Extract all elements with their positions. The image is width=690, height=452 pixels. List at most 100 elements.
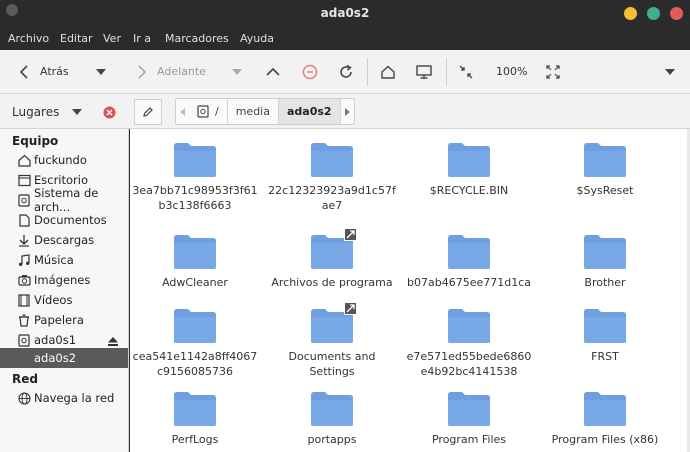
- maximize-button[interactable]: [647, 7, 660, 20]
- menu-editar[interactable]: Editar: [60, 32, 93, 45]
- folder-item[interactable]: Archivos de programa: [267, 228, 397, 290]
- sidebar-item-documentos[interactable]: Documentos: [0, 210, 128, 230]
- download-icon: [17, 233, 31, 247]
- zoom-level: 100%: [496, 65, 528, 78]
- forward-history-dropdown[interactable]: [229, 60, 245, 84]
- breadcrumb: / media ada0s2: [175, 98, 355, 125]
- folder-icon: [583, 391, 627, 427]
- folder-icon: [173, 391, 217, 427]
- back-label[interactable]: Atrás: [40, 65, 69, 78]
- folder-icon: [447, 234, 491, 270]
- sidebar-item-fuckundo[interactable]: fuckundo: [0, 150, 128, 170]
- close-sidebar-button[interactable]: [101, 100, 117, 124]
- breadcrumb-scroll-right[interactable]: [341, 99, 354, 124]
- chevron-down-icon: [72, 109, 82, 115]
- reload-icon: [340, 64, 352, 78]
- folder-name: Archivos de programa: [271, 276, 393, 289]
- home-button[interactable]: [377, 60, 399, 84]
- close-button[interactable]: [670, 7, 683, 20]
- folder-name: Program Files: [431, 433, 507, 446]
- zoom-in-button[interactable]: [542, 60, 564, 84]
- sidebar-item-papelera[interactable]: Papelera: [0, 310, 128, 330]
- sidebar-item-filesystem[interactable]: Sistema de arch...: [0, 186, 128, 214]
- sidebar-section-red: Red: [12, 372, 38, 386]
- stop-icon: [302, 64, 318, 80]
- home-icon: [17, 153, 31, 167]
- folder-item[interactable]: PerfLogs: [130, 391, 260, 447]
- edit-path-button[interactable]: [134, 99, 162, 125]
- folder-item[interactable]: cea541e1142a8ff4067c9156085736: [130, 308, 260, 379]
- folder-item[interactable]: 22c12323923a9d1c57fae7: [267, 142, 397, 213]
- chevron-down-icon: [232, 69, 242, 75]
- symlink-icon: [344, 228, 357, 241]
- places-dropdown[interactable]: [70, 100, 84, 124]
- sidebar-item-videos[interactable]: Vídeos: [0, 290, 128, 310]
- sidebar-item-label: Imágenes: [34, 273, 91, 287]
- sidebar-item-imagenes[interactable]: Imágenes: [0, 270, 128, 290]
- folder-name: b07ab4675ee771d1ca: [407, 276, 531, 289]
- folder-icon: [173, 142, 217, 178]
- eject-icon[interactable]: [108, 335, 118, 349]
- close-icon: [103, 106, 115, 118]
- folder-item[interactable]: portapps: [267, 391, 397, 447]
- arrow-left-icon: [19, 65, 28, 79]
- forward-label[interactable]: Adelante: [157, 65, 206, 78]
- menu-ir-a[interactable]: Ir a: [133, 32, 151, 45]
- arrow-right-icon: [138, 65, 147, 79]
- breadcrumb-root[interactable]: /: [189, 99, 228, 124]
- sidebar-item-ada0s2[interactable]: ada0s2: [0, 348, 128, 368]
- breadcrumb-current[interactable]: ada0s2: [278, 99, 341, 124]
- folder-icon: [310, 391, 354, 427]
- chevron-down-icon: [665, 69, 675, 75]
- folder-icon: [310, 228, 357, 270]
- sidebar-item-label: Vídeos: [34, 293, 73, 307]
- forward-button[interactable]: [132, 60, 152, 84]
- filesystem-icon: [17, 193, 31, 207]
- menu-archivo[interactable]: Archivo: [8, 32, 49, 45]
- sidebar-item-network[interactable]: Navega la red: [0, 388, 128, 408]
- stop-button[interactable]: [299, 60, 321, 84]
- sidebar-item-descargas[interactable]: Descargas: [0, 230, 128, 250]
- computer-button[interactable]: [413, 60, 435, 84]
- folder-item[interactable]: FRST: [540, 308, 670, 364]
- folder-name: FRST: [591, 350, 619, 363]
- folder-icon: [447, 308, 491, 344]
- folder-item[interactable]: $SysReset: [540, 142, 670, 198]
- chevron-left-icon: [180, 107, 185, 116]
- folder-item[interactable]: Program Files (x86): [540, 391, 670, 447]
- minimize-button[interactable]: [624, 7, 637, 20]
- drive-icon: [17, 333, 31, 347]
- chevron-down-icon: [96, 69, 106, 75]
- folder-item[interactable]: b07ab4675ee771d1ca: [404, 234, 534, 290]
- back-button[interactable]: [14, 60, 34, 84]
- back-history-dropdown[interactable]: [93, 60, 109, 84]
- folder-item[interactable]: 3ea7bb71c98953f3f61b3c138f6663: [130, 142, 260, 213]
- folder-item[interactable]: Brother: [540, 234, 670, 290]
- folder-item[interactable]: AdwCleaner: [130, 234, 260, 290]
- places-selector[interactable]: Lugares: [12, 105, 59, 119]
- folder-icon: [583, 142, 627, 178]
- sidebar-item-musica[interactable]: Música: [0, 250, 128, 270]
- drive-icon: [17, 351, 31, 365]
- camera-icon: [17, 273, 31, 287]
- folder-item[interactable]: e7e571ed55bede6860e4b92bc4141538: [404, 308, 534, 379]
- folder-item[interactable]: $RECYCLE.BIN: [404, 142, 534, 198]
- menu-ayuda[interactable]: Ayuda: [240, 32, 274, 45]
- menu-marcadores[interactable]: Marcadores: [165, 32, 229, 45]
- zoom-out-button[interactable]: [455, 60, 477, 84]
- sidebar-item-ada0s1[interactable]: ada0s1: [0, 330, 128, 350]
- folder-item[interactable]: Documents and Settings: [267, 302, 397, 379]
- toolbar-overflow-button[interactable]: [662, 60, 678, 84]
- chevron-right-icon: [344, 107, 350, 116]
- symlink-icon: [344, 302, 357, 315]
- folder-icon: [173, 234, 217, 270]
- folder-item[interactable]: Program Files: [404, 391, 534, 447]
- up-button[interactable]: [262, 60, 284, 84]
- breadcrumb-media[interactable]: media: [228, 99, 279, 124]
- film-icon: [17, 293, 31, 307]
- reload-button[interactable]: [335, 60, 357, 84]
- menu-ver[interactable]: Ver: [103, 32, 121, 45]
- folder-icon: [447, 142, 491, 178]
- folder-name: portapps: [307, 433, 357, 446]
- breadcrumb-scroll-left[interactable]: [176, 99, 189, 124]
